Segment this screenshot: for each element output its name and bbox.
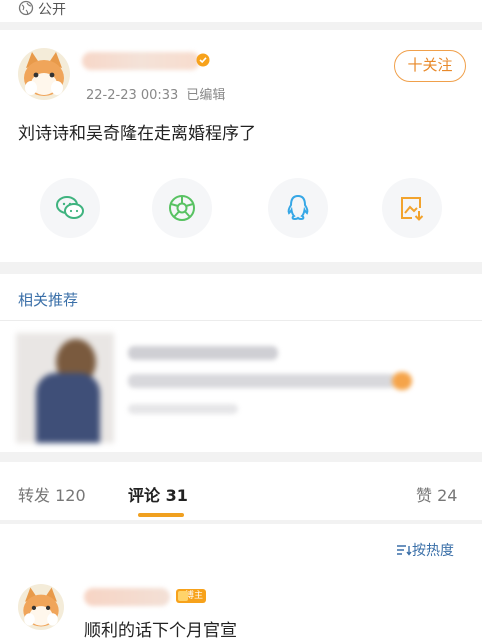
globe-icon xyxy=(18,0,34,16)
post-time: 22-2-23 00:33 xyxy=(86,88,179,103)
divider xyxy=(0,22,482,30)
share-wechat-button[interactable] xyxy=(40,178,100,238)
divider xyxy=(0,520,482,524)
moments-icon xyxy=(169,195,195,221)
related-badge-blurred xyxy=(392,372,412,390)
comment-avatar[interactable] xyxy=(18,584,64,630)
avatar[interactable] xyxy=(18,48,70,100)
post-text: 刘诗诗和吴奇隆在走离婚程序了 xyxy=(18,124,256,144)
sort-icon xyxy=(397,545,412,556)
save-image-icon xyxy=(401,197,424,221)
sort-button[interactable]: 按热度 xyxy=(396,540,454,560)
tab-repost[interactable]: 转发 120 xyxy=(18,482,86,506)
visibility-label: 公开 xyxy=(38,2,66,18)
follow-button[interactable]: 十关注 xyxy=(394,50,466,82)
wechat-icon xyxy=(56,196,84,219)
related-title-blurred[interactable] xyxy=(128,346,278,360)
tab-comments[interactable]: 评论 31 xyxy=(128,482,188,506)
comment-username-blurred[interactable] xyxy=(84,588,170,606)
save-image-button[interactable] xyxy=(382,178,442,238)
verified-badge-icon xyxy=(196,53,210,67)
edited-label: 已编辑 xyxy=(186,88,226,103)
divider xyxy=(0,262,482,274)
share-moments-button[interactable] xyxy=(152,178,212,238)
blogger-badge: 博主 xyxy=(176,589,206,603)
post-tabs: 转发 120 评论 31 赞 24 xyxy=(0,462,482,520)
post-meta: 22-2-23 00:33 已编辑 xyxy=(86,84,225,103)
share-qq-button[interactable] xyxy=(268,178,328,238)
active-tab-indicator xyxy=(138,513,184,517)
divider xyxy=(0,452,482,462)
blogger-badge-icon xyxy=(178,591,188,601)
username-blurred[interactable] xyxy=(82,52,200,70)
related-meta-blurred xyxy=(128,404,238,414)
sort-label: 按热度 xyxy=(412,543,454,559)
qq-icon xyxy=(287,194,309,221)
post-card: 22-2-23 00:33 已编辑 十关注 刘诗诗和吴奇隆在走离婚程序了 xyxy=(0,30,482,262)
visibility-bar: 公开 xyxy=(0,0,482,22)
related-title: 相关推荐 xyxy=(18,291,79,309)
divider xyxy=(0,320,482,321)
related-subtitle-blurred xyxy=(128,374,396,388)
comment-text: 顺利的话下个月官宣 xyxy=(84,621,237,641)
related-thumbnail[interactable] xyxy=(16,333,114,443)
tab-likes[interactable]: 赞 24 xyxy=(416,482,457,506)
